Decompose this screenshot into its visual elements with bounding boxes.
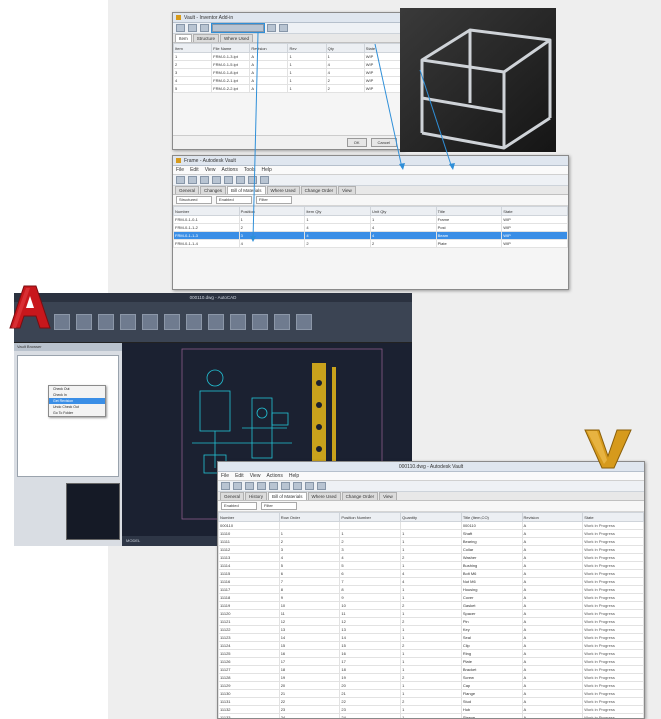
- arrow-head: [399, 163, 405, 170]
- connector-lines: [250, 32, 455, 242]
- autocad-logo-icon: [9, 285, 51, 329]
- autocad-logo: [4, 282, 54, 332]
- vault-logo: [583, 428, 633, 470]
- connector-line: [252, 32, 259, 241]
- connector-line: [419, 69, 453, 169]
- arrow-head: [449, 163, 455, 170]
- arrow-head: [250, 236, 256, 242]
- connector-line: [374, 43, 403, 169]
- vault-logo-icon: [584, 429, 632, 469]
